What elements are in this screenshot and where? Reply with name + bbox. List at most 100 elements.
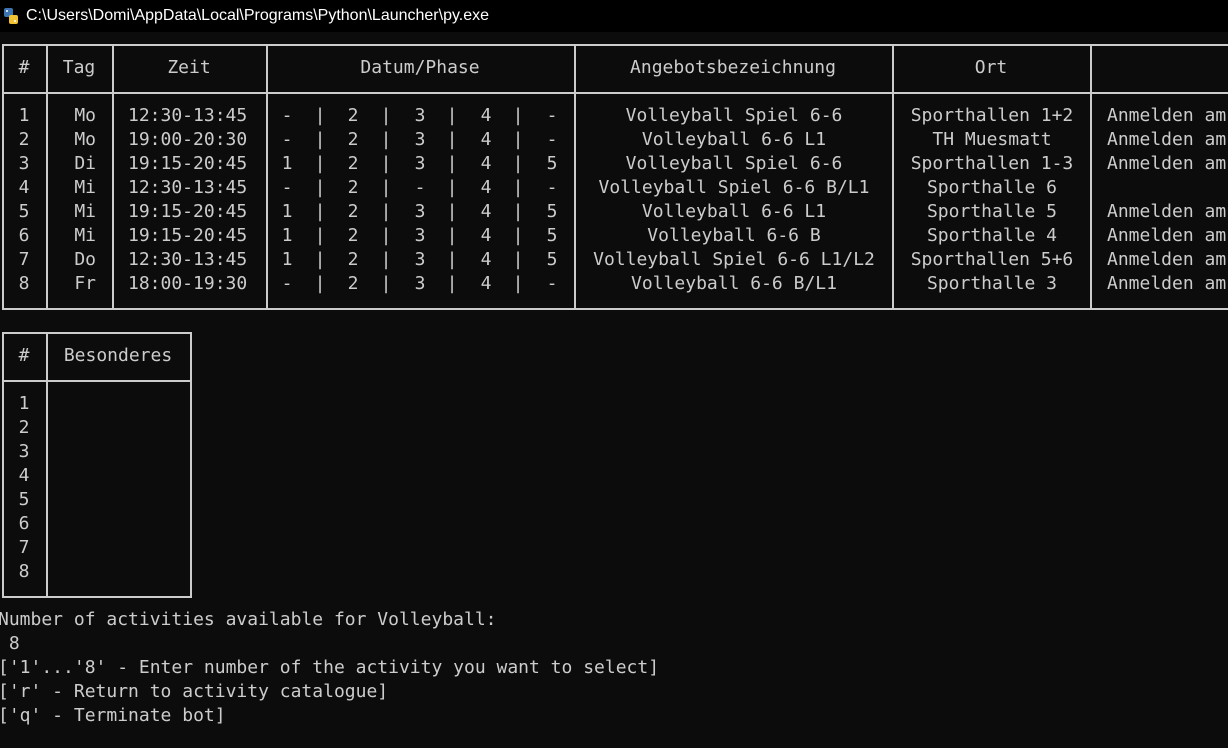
phase-separator: | (512, 153, 524, 174)
cell-phase: - (281, 273, 293, 294)
cell-tag: Mo (74, 105, 96, 126)
phase-separator: | (380, 273, 392, 294)
cell-note: Anmelden am (1107, 225, 1227, 246)
cell-phase: 4 (480, 153, 492, 174)
cell-tag: Mo (74, 129, 96, 150)
table-border-bottom (2, 308, 1228, 310)
cell-note: Anmelden am (1107, 129, 1227, 150)
python-icon (4, 8, 18, 24)
phase-separator: | (380, 105, 392, 126)
cell-phase: - (546, 273, 558, 294)
table2-cell-num: 6 (18, 513, 30, 534)
cell-num: 4 (18, 177, 30, 198)
cell-phase: 4 (480, 177, 492, 198)
table2-cell-num: 2 (18, 417, 30, 438)
cell-phase: 4 (480, 273, 492, 294)
phase-separator: | (314, 225, 326, 246)
phase-separator: | (314, 105, 326, 126)
cell-num: 2 (18, 129, 30, 150)
cell-phase: - (546, 129, 558, 150)
table2-header-num: # (18, 345, 30, 366)
phase-separator: | (446, 129, 458, 150)
cell-zeit: 19:15-20:45 (128, 225, 248, 246)
cell-ort: Sporthallen 1-3 (910, 153, 1074, 174)
cell-zeit: 19:00-20:30 (128, 129, 248, 150)
console-line: ['q' - Terminate bot] (0, 705, 226, 726)
console-line: Number of activities available for Volle… (0, 609, 497, 630)
cell-phase: 4 (480, 249, 492, 270)
cell-num: 1 (18, 105, 30, 126)
cell-phase: 4 (480, 129, 492, 150)
table2-border-top (2, 332, 190, 334)
cell-phase: 3 (414, 153, 426, 174)
phase-separator: | (446, 177, 458, 198)
cell-ort: Sporthalle 3 (926, 273, 1058, 294)
cell-phase: 3 (414, 201, 426, 222)
phase-separator: | (512, 225, 524, 246)
cell-phase: - (281, 129, 293, 150)
cell-ort: Sporthallen 5+6 (910, 249, 1074, 270)
cell-angebot: Volleyball 6-6 L1 (641, 201, 827, 222)
console-line: ['r' - Return to activity catalogue] (0, 681, 389, 702)
cell-phase: - (546, 105, 558, 126)
cell-phase: 4 (480, 201, 492, 222)
cell-ort: Sporthallen 1+2 (910, 105, 1074, 126)
col-header-ort: Ort (974, 57, 1008, 78)
table2-border-bottom (2, 596, 190, 598)
cell-zeit: 18:00-19:30 (128, 273, 248, 294)
phase-separator: | (512, 273, 524, 294)
phase-separator: | (446, 249, 458, 270)
col-header-angebot: Angebotsbezeichnung (630, 57, 836, 78)
cell-phase: 5 (546, 249, 558, 270)
table2-cell-num: 7 (18, 537, 30, 558)
phase-separator: | (446, 225, 458, 246)
table2-header-divider (2, 380, 190, 382)
table2-header-besonderes: Besonderes (63, 345, 173, 366)
cell-phase: 5 (546, 201, 558, 222)
cell-zeit: 12:30-13:45 (128, 177, 248, 198)
cell-tag: Mi (74, 225, 96, 246)
cell-zeit: 19:15-20:45 (128, 153, 248, 174)
console-line: ['1'...'8' - Enter number of the activit… (0, 657, 660, 678)
table2-column-divider (190, 332, 192, 598)
phase-separator: | (314, 177, 326, 198)
cell-tag: Do (74, 249, 96, 270)
cell-ort: Sporthalle 5 (926, 201, 1058, 222)
phase-separator: | (314, 153, 326, 174)
table-border-top (2, 44, 1228, 46)
phase-separator: | (446, 105, 458, 126)
col-header-num: # (18, 57, 30, 78)
cell-phase: - (281, 177, 293, 198)
cell-num: 6 (18, 225, 30, 246)
phase-separator: | (314, 273, 326, 294)
cell-phase: 2 (347, 177, 359, 198)
title-bar[interactable]: C:\Users\Domi\AppData\Local\Programs\Pyt… (0, 0, 1228, 32)
cell-zeit: 19:15-20:45 (128, 201, 248, 222)
cell-phase: - (546, 177, 558, 198)
phase-separator: | (380, 249, 392, 270)
cell-angebot: Volleyball Spiel 6-6 (625, 105, 843, 126)
table2-column-divider (46, 332, 48, 598)
cell-phase: 2 (347, 201, 359, 222)
phase-separator: | (314, 129, 326, 150)
cell-phase: 3 (414, 225, 426, 246)
table-column-divider (1090, 44, 1092, 310)
cell-phase: 2 (347, 273, 359, 294)
cell-phase: 1 (281, 249, 293, 270)
cell-phase: 2 (347, 249, 359, 270)
window-title: C:\Users\Domi\AppData\Local\Programs\Pyt… (26, 7, 490, 24)
phase-separator: | (380, 225, 392, 246)
cell-angebot: Volleyball Spiel 6-6 B/L1 (598, 177, 870, 198)
cell-angebot: Volleyball Spiel 6-6 L1/L2 (593, 249, 875, 270)
cell-note: Anmelden am (1107, 249, 1227, 270)
phase-separator: | (380, 153, 392, 174)
cell-phase: 5 (546, 225, 558, 246)
table-column-divider (2, 44, 4, 310)
cell-ort: Sporthalle 4 (926, 225, 1058, 246)
cell-phase: 3 (414, 129, 426, 150)
table2-cell-num: 5 (18, 489, 30, 510)
table2-cell-num: 1 (18, 393, 30, 414)
cell-ort: TH Muesmatt (932, 129, 1052, 150)
table-header-divider (2, 92, 1228, 94)
cell-phase: 3 (414, 249, 426, 270)
